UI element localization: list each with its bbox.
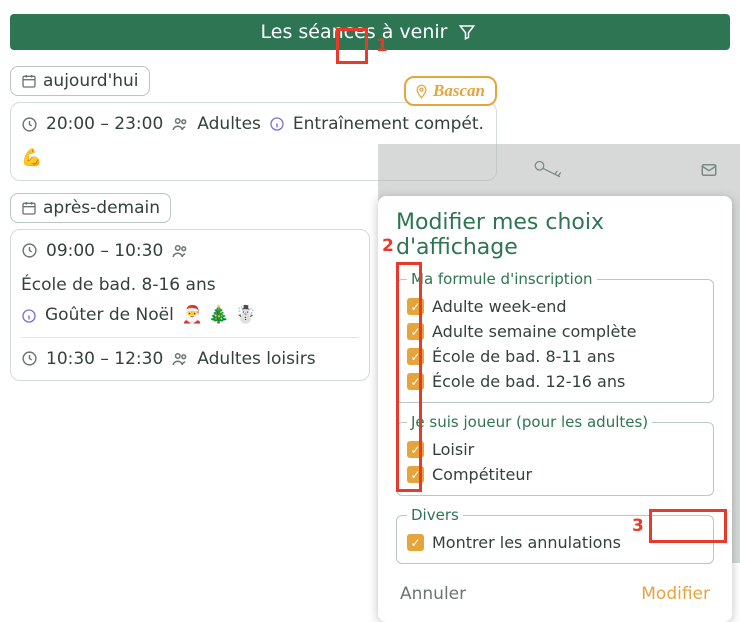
session-time: 20:00 – 23:00 [46, 111, 163, 137]
highlight-1-label: 1 [376, 36, 388, 56]
checkbox-icon[interactable]: ✓ [407, 323, 424, 340]
pin-icon [414, 84, 429, 99]
session-info: Goûter de Noël [45, 302, 174, 328]
option-row[interactable]: ✓ École de bad. 12-16 ans [407, 369, 703, 394]
day-label: aujourd'hui [43, 71, 139, 91]
checkbox-icon[interactable]: ✓ [407, 534, 424, 551]
session-emoji: 💪 [21, 145, 42, 171]
session-audience: École de bad. 8-16 ans [21, 272, 216, 298]
session-time: 10:30 – 12:30 [46, 346, 163, 372]
session-audience: Adultes [197, 111, 261, 137]
option-row[interactable]: ✓ Montrer les annulations [407, 530, 703, 555]
filter-button[interactable] [455, 20, 479, 44]
checkbox-icon[interactable]: ✓ [407, 348, 424, 365]
day-chip-after-tomorrow[interactable]: après-demain [10, 193, 171, 223]
option-label: Adulte semaine complète [432, 322, 636, 341]
option-label: Adulte week-end [432, 297, 567, 316]
cancel-button[interactable]: Annuler [400, 584, 466, 604]
clock-icon [21, 350, 38, 367]
highlight-2-label: 2 [382, 236, 394, 256]
session-emoji: 🎅 🎄 ☃️ [182, 302, 256, 328]
session-info: Entraînement compét. [293, 111, 484, 137]
modal-title: Modifier mes choix d'affichage [396, 210, 714, 260]
option-label: École de bad. 12-16 ans [432, 372, 625, 391]
display-options-modal: Modifier mes choix d'affichage Ma formul… [378, 196, 732, 622]
keys-icon [531, 157, 565, 183]
day-label: après-demain [43, 198, 160, 218]
checkbox-icon[interactable]: ✓ [407, 441, 424, 458]
option-group: Ma formule d'inscription ✓ Adulte week-end… [396, 270, 714, 403]
option-group: Divers ✓ Montrer les annulations [396, 506, 714, 564]
mail-icon[interactable] [698, 161, 720, 179]
option-row[interactable]: ✓ Loisir [407, 437, 703, 462]
info-icon [21, 308, 37, 324]
banner-title: Les séances à venir [261, 21, 448, 43]
calendar-icon [21, 73, 37, 89]
clock-icon [21, 242, 38, 259]
option-row[interactable]: ✓ Compétiteur [407, 462, 703, 487]
option-row[interactable]: ✓ Adulte semaine complète [407, 319, 703, 344]
people-icon [171, 242, 189, 260]
location-name: Bascan [433, 81, 485, 101]
day-chip-today[interactable]: aujourd'hui [10, 66, 150, 96]
group-legend: Ma formule d'inscription [407, 270, 597, 288]
group-legend: Je suis joueur (pour les adultes) [407, 413, 652, 431]
checkbox-icon[interactable]: ✓ [407, 298, 424, 315]
calendar-icon [21, 200, 37, 216]
session-time: 09:00 – 10:30 [46, 238, 163, 264]
session-card[interactable]: 09:00 – 10:30 École de bad. 8-16 ans Goû… [10, 229, 370, 381]
option-label: École de bad. 8-11 ans [432, 347, 615, 366]
option-label: Compétiteur [432, 465, 532, 484]
checkbox-icon[interactable]: ✓ [407, 373, 424, 390]
group-legend: Divers [407, 506, 463, 524]
info-icon [269, 116, 285, 132]
option-group: Je suis joueur (pour les adultes) ✓ Loisir… [396, 413, 714, 496]
confirm-button[interactable]: Modifier [641, 584, 710, 604]
checkbox-icon[interactable]: ✓ [407, 466, 424, 483]
option-label: Loisir [432, 440, 474, 459]
sessions-banner: Les séances à venir [10, 14, 730, 50]
option-row[interactable]: ✓ École de bad. 8-11 ans [407, 344, 703, 369]
session-audience: Adultes loisirs [197, 346, 315, 372]
option-label: Montrer les annulations [432, 533, 621, 552]
highlight-3-label: 3 [632, 516, 644, 536]
clock-icon [21, 116, 38, 133]
ghost-topbar [378, 144, 740, 196]
people-icon [171, 350, 189, 368]
funnel-icon [458, 23, 476, 41]
people-icon [171, 115, 189, 133]
location-chip[interactable]: Bascan [404, 76, 497, 106]
option-row[interactable]: ✓ Adulte week-end [407, 294, 703, 319]
